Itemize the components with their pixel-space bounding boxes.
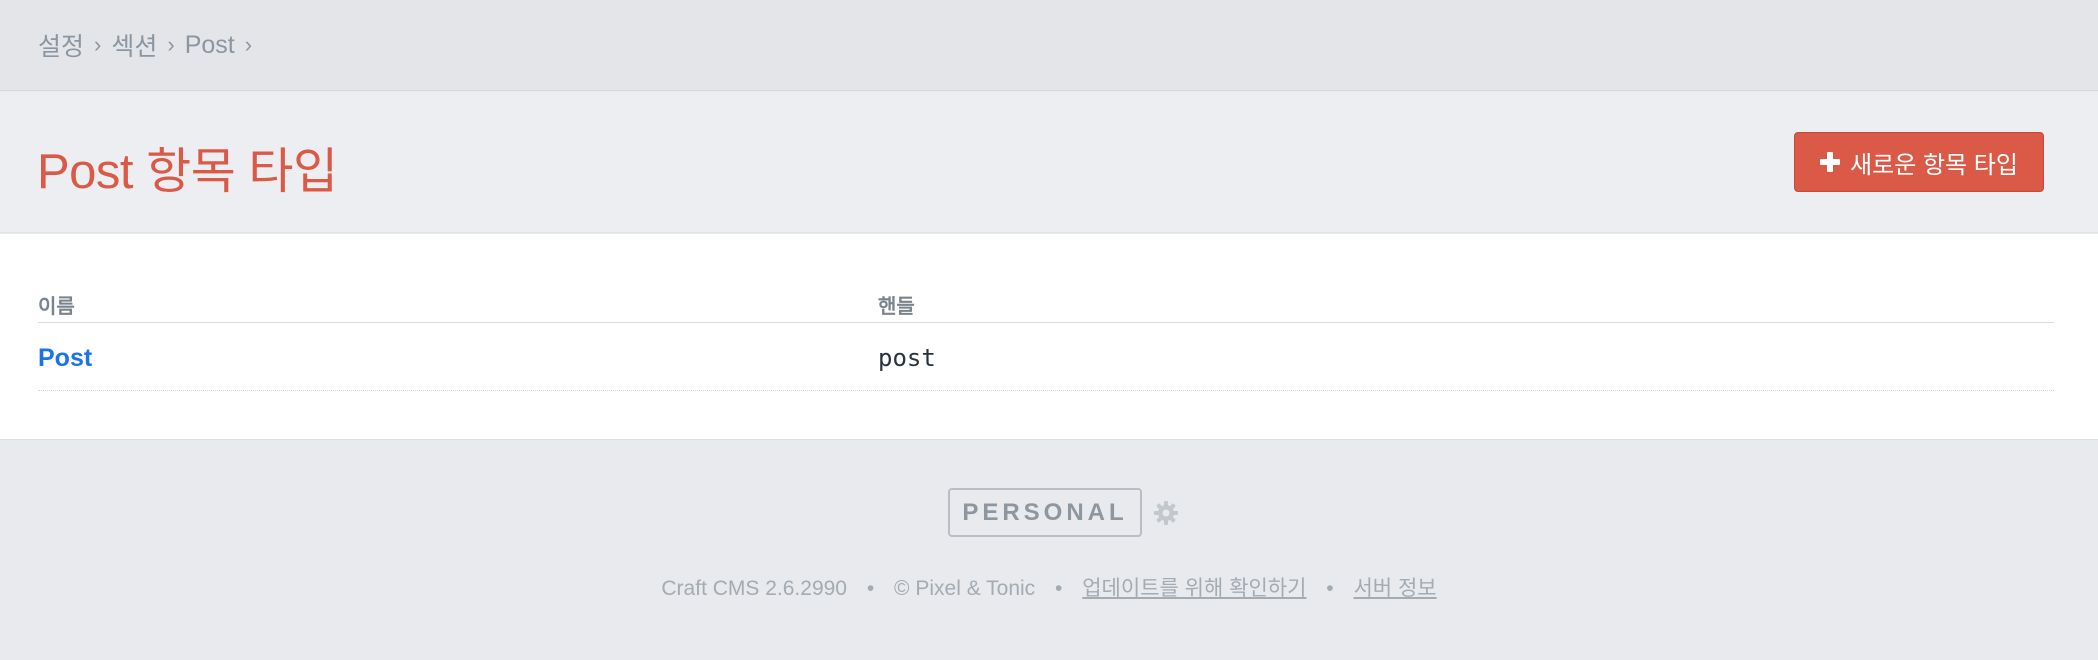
breadcrumb-separator: ›	[167, 32, 175, 57]
table-header: 이름 핸들	[38, 290, 2054, 323]
footer: Craft CMS 2.6.2990 • © Pixel & Tonic • 업…	[0, 572, 2098, 602]
plus-icon	[1820, 152, 1841, 172]
footer-version: Craft CMS 2.6.2990	[661, 577, 847, 600]
breadcrumb-item-post[interactable]: Post	[185, 31, 235, 60]
footer-separator: •	[1055, 577, 1063, 600]
edition-area: PERSONAL	[948, 488, 1180, 537]
footer-separator: •	[1326, 577, 1334, 600]
table-row: Post post	[38, 324, 2054, 391]
breadcrumb-item-settings[interactable]: 설정	[38, 27, 84, 63]
column-header-handle: 핸들	[878, 296, 915, 318]
edition-badge[interactable]: PERSONAL	[948, 488, 1142, 537]
breadcrumb-item-sections[interactable]: 섹션	[111, 27, 157, 63]
entry-type-handle: post	[878, 344, 936, 372]
column-header-name: 이름	[38, 296, 75, 318]
page-header: Post 항목 타입 새로운 항목 타입	[0, 92, 2098, 233]
entry-type-name-link[interactable]: Post	[38, 344, 92, 373]
new-entry-type-button-label: 새로운 항목 타입	[1850, 151, 2018, 179]
footer-copyright: © Pixel & Tonic	[894, 577, 1036, 600]
breadcrumb-separator: ›	[94, 32, 102, 57]
check-for-updates-link[interactable]: 업데이트를 위해 확인하기	[1082, 577, 1306, 600]
breadcrumb-separator: ›	[244, 32, 253, 57]
new-entry-type-button[interactable]: 새로운 항목 타입	[1794, 132, 2044, 192]
page-title: Post 항목 타입	[37, 145, 338, 199]
gear-icon[interactable]	[1152, 499, 1180, 527]
server-info-link[interactable]: 서버 정보	[1353, 577, 1436, 600]
breadcrumb: 설정 › 섹션 › Post ›	[0, 0, 2098, 91]
footer-separator: •	[866, 577, 875, 600]
entry-types-panel: 이름 핸들 Post post	[0, 234, 2098, 440]
